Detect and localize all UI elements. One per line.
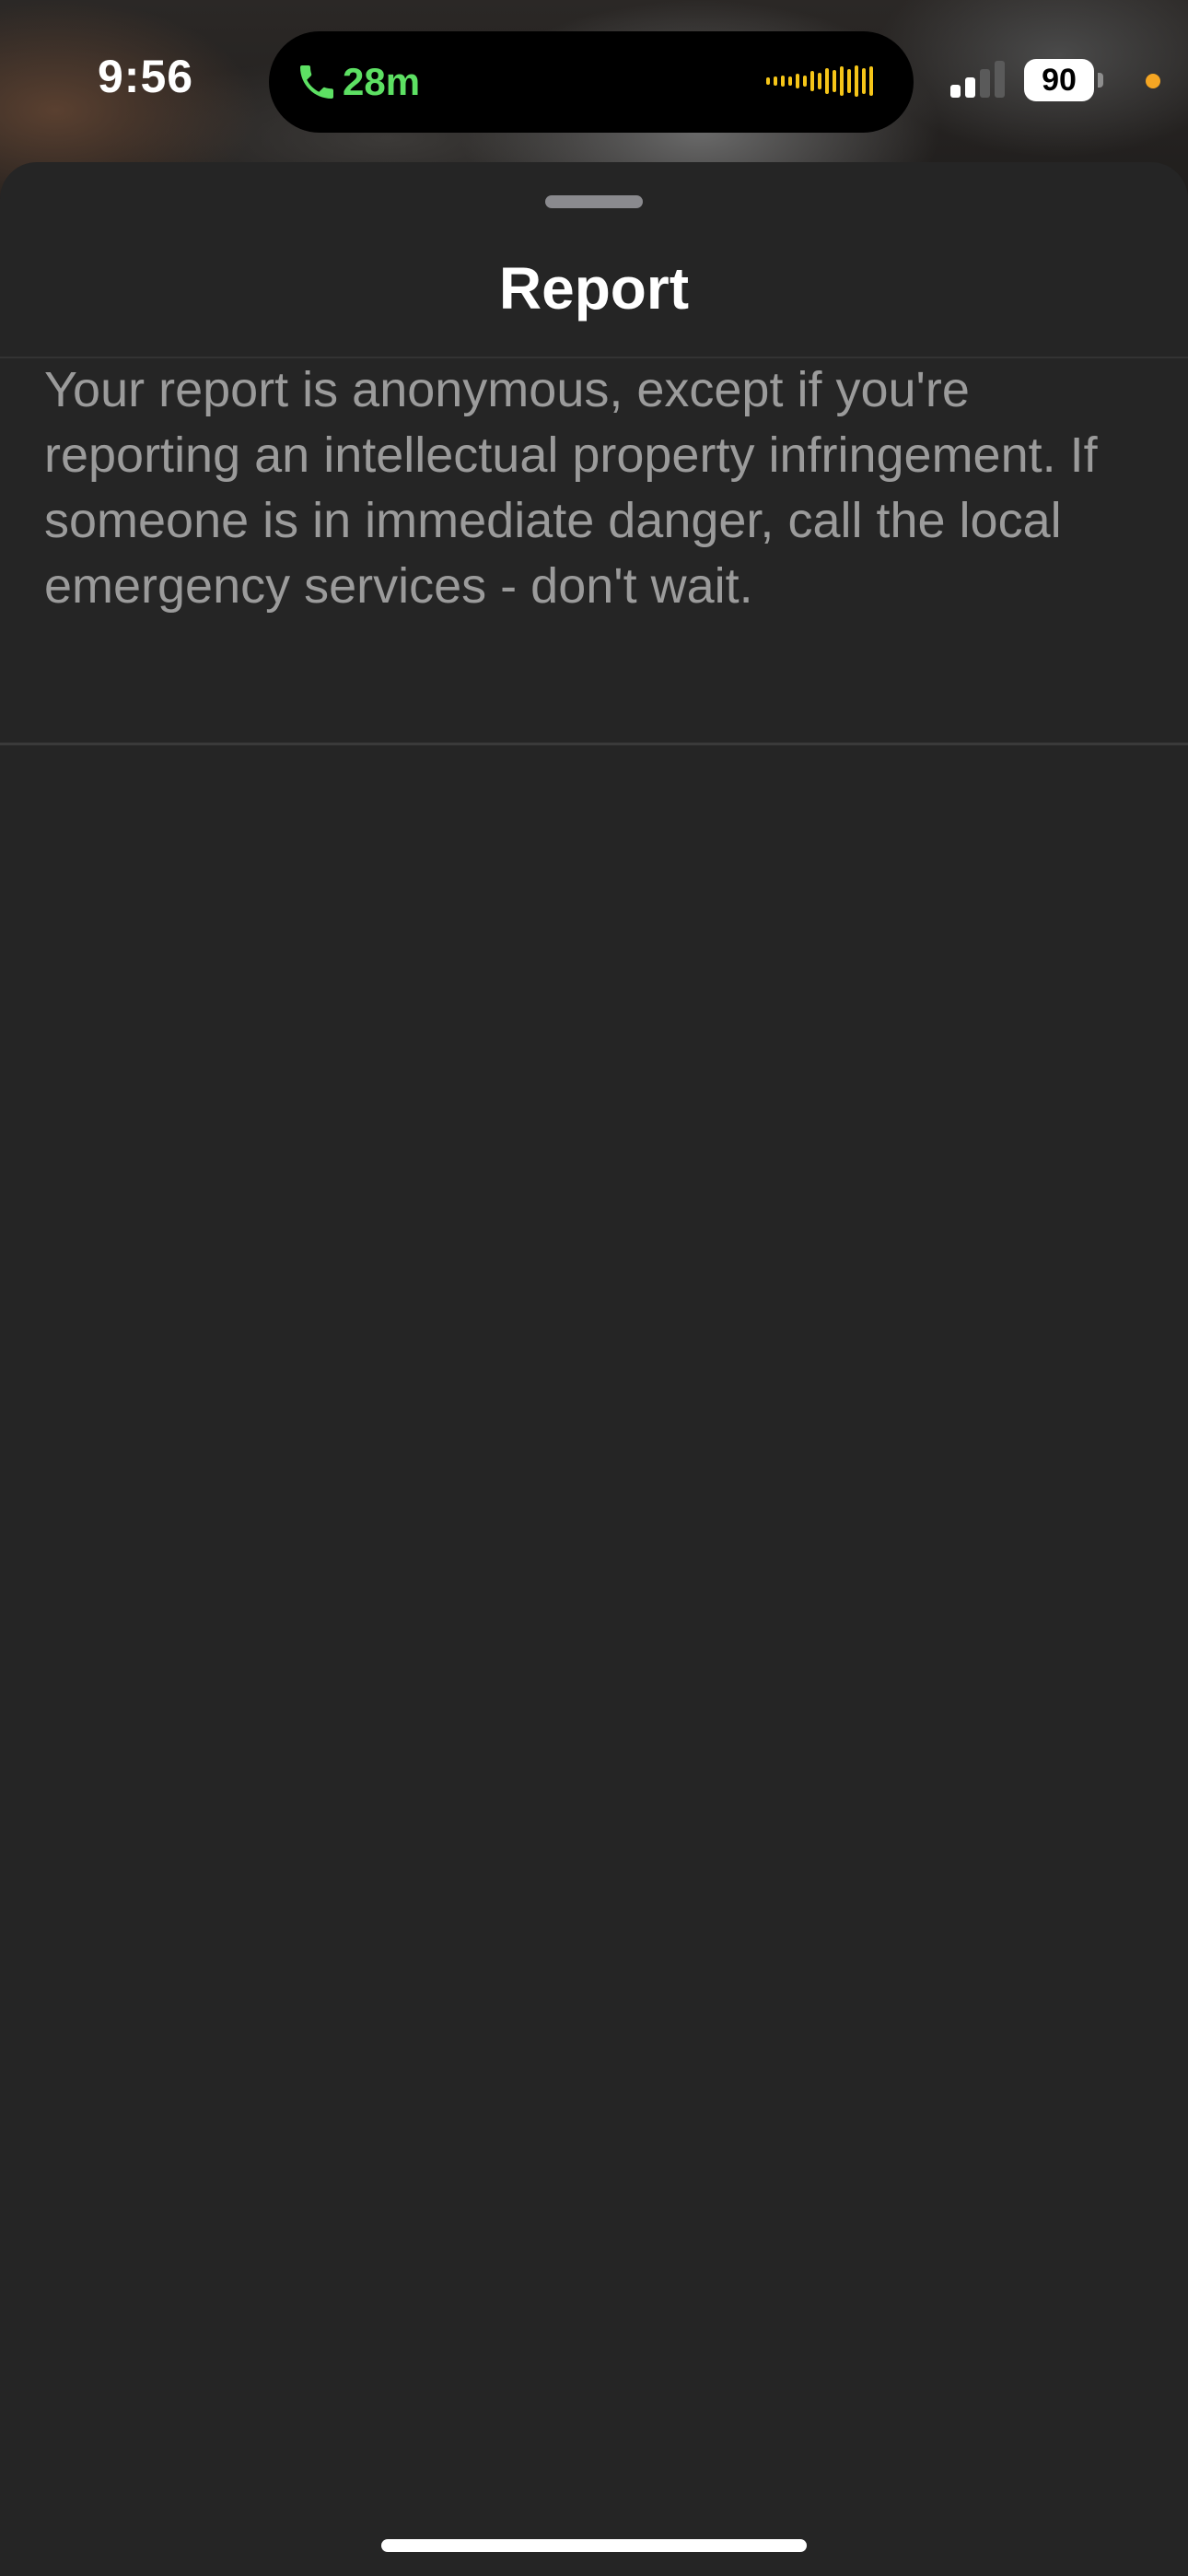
- sheet-grabber[interactable]: [545, 195, 643, 208]
- call-duration: 28m: [343, 60, 421, 103]
- status-time: 9:56: [98, 51, 194, 102]
- battery-cap: [1098, 73, 1103, 88]
- home-indicator[interactable]: [381, 2539, 807, 2552]
- anonymity-notice: Your report is anonymous, except if you'…: [44, 362, 1098, 614]
- cellular-signal-icon: [950, 61, 1005, 98]
- privacy-indicator-dot: [1146, 74, 1160, 88]
- sheet-title: Report: [498, 255, 690, 322]
- phone-call-icon: [300, 65, 333, 99]
- audio-waveform-icon: [766, 65, 873, 97]
- notice-divider: [0, 743, 1188, 745]
- status-bar: 9:56 28m 90: [0, 0, 1188, 162]
- dynamic-island-call[interactable]: 28m: [269, 31, 914, 133]
- battery-level: 90: [1042, 63, 1077, 98]
- battery-icon: 90: [1024, 59, 1105, 101]
- report-sheet: Report Your report is anonymous, except …: [0, 162, 1188, 2576]
